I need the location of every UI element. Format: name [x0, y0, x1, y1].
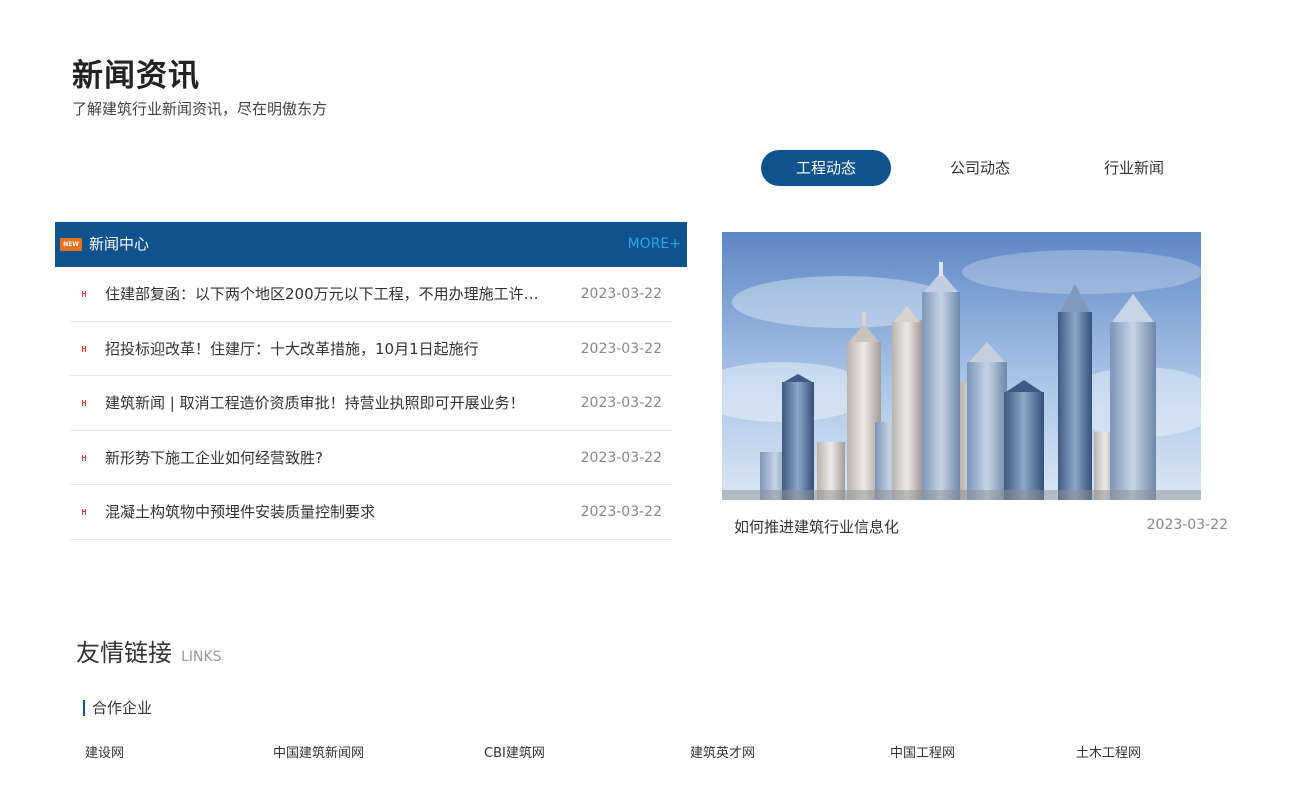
- featured-news-title[interactable]: 如何推进建筑行业信息化: [734, 516, 899, 537]
- news-item-date: 2023-03-22: [580, 449, 662, 466]
- more-link[interactable]: MORE+: [628, 222, 681, 267]
- news-center-panel: NEW 新闻中心 MORE+ 住建部复函：以下两个地区200万元以下工程，不用办…: [55, 222, 687, 540]
- friend-link-cbi[interactable]: CBI建筑网: [484, 745, 545, 763]
- news-item[interactable]: 建筑新闻 | 取消工程造价资质审批！持营业执照即可开展业务！ 2023-03-2…: [70, 376, 672, 431]
- news-item-date: 2023-03-22: [580, 340, 662, 357]
- news-item[interactable]: 新形势下施工企业如何经营致胜? 2023-03-22: [70, 431, 672, 485]
- bullet-icon: [82, 400, 86, 406]
- news-item-title[interactable]: 住建部复函：以下两个地区200万元以下工程，不用办理施工许可证: [105, 267, 550, 321]
- partner-group-label: 合作企业: [83, 697, 152, 719]
- section-header: 新闻资讯 了解建筑行业新闻资讯，尽在明傲东方: [72, 56, 327, 121]
- news-item-title[interactable]: 新形势下施工企业如何经营致胜?: [105, 431, 550, 485]
- links-header: 友情链接 LINKS: [76, 633, 222, 668]
- news-item-title[interactable]: 招投标迎改革！住建厅：十大改革措施，10月1日起施行: [105, 322, 550, 376]
- news-item-date: 2023-03-22: [580, 395, 662, 411]
- page: 新闻资讯 了解建筑行业新闻资讯，尽在明傲东方 工程动态 公司动态 行业新闻 NE…: [0, 0, 1301, 807]
- news-center-title: 新闻中心: [89, 235, 150, 253]
- links-title: 友情链接: [76, 639, 172, 667]
- news-list: 住建部复函：以下两个地区200万元以下工程，不用办理施工许可证 2023-03-…: [70, 267, 672, 540]
- featured-news: 如何推进建筑行业信息化 2023-03-22: [722, 232, 1228, 536]
- news-item-title[interactable]: 混凝土构筑物中预埋件安装质量控制要求: [105, 485, 550, 539]
- news-item-date: 2023-03-22: [580, 286, 662, 302]
- news-item-title[interactable]: 建筑新闻 | 取消工程造价资质审批！持营业执照即可开展业务！: [105, 376, 550, 430]
- bullet-icon: [82, 291, 86, 297]
- news-item[interactable]: 混凝土构筑物中预埋件安装质量控制要求 2023-03-22: [70, 485, 672, 540]
- bullet-icon: [82, 454, 86, 461]
- tab-industry-news[interactable]: 行业新闻: [1069, 150, 1199, 186]
- bullet-icon: [82, 509, 86, 515]
- bullet-icon: [82, 345, 86, 352]
- section-title: 新闻资讯: [72, 58, 200, 94]
- friend-link-civil[interactable]: 土木工程网: [1076, 745, 1141, 763]
- new-badge-icon: NEW: [60, 238, 82, 251]
- friend-link-talent[interactable]: 建筑英才网: [690, 745, 755, 763]
- friend-link-jianshe[interactable]: 建设网: [85, 745, 124, 763]
- links-title-en: LINKS: [181, 649, 222, 665]
- news-item[interactable]: 招投标迎改革！住建厅：十大改革措施，10月1日起施行 2023-03-22: [70, 322, 672, 376]
- section-subtitle: 了解建筑行业新闻资讯，尽在明傲东方: [72, 100, 328, 118]
- friend-link-engineering[interactable]: 中国工程网: [890, 745, 955, 763]
- featured-news-image[interactable]: [722, 232, 1201, 500]
- news-item-date: 2023-03-22: [580, 504, 662, 520]
- tab-company-news[interactable]: 公司动态: [915, 150, 1045, 186]
- tab-project-news[interactable]: 工程动态: [761, 150, 891, 186]
- friend-link-cnnews[interactable]: 中国建筑新闻网: [273, 745, 364, 763]
- news-center-header: NEW 新闻中心 MORE+: [55, 222, 687, 267]
- featured-news-date: 2023-03-22: [1146, 517, 1228, 533]
- news-item[interactable]: 住建部复函：以下两个地区200万元以下工程，不用办理施工许可证 2023-03-…: [70, 267, 672, 322]
